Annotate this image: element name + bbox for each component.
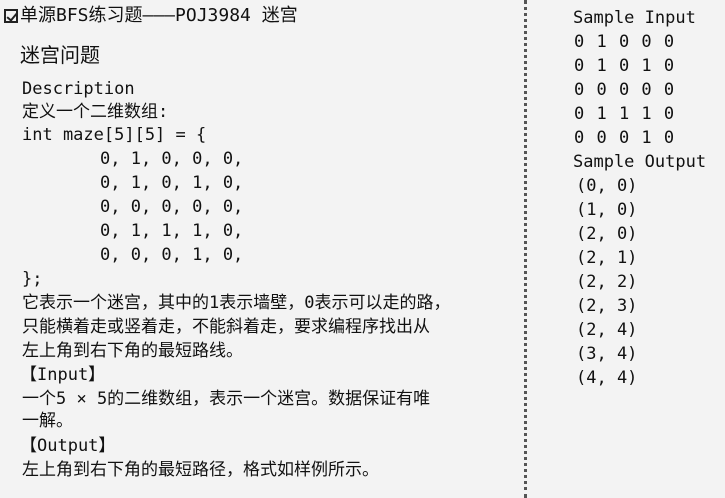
sample-input-label: Sample Input [573, 8, 696, 28]
input-text-line: 一个5 × 5的二维数组，表示一个迷宫。数据保证有唯 [22, 389, 431, 409]
description-intro: 定义一个二维数组: [22, 102, 169, 122]
sample-output-row: (2, 2) [576, 272, 638, 292]
sample-input-row: 0 0 0 1 0 [574, 128, 676, 148]
maze-row: 0, 1, 0, 1, 0, [100, 173, 244, 193]
description-text-line: 只能横着走或竖着走，不能斜着走，要求编程序找出从 [22, 317, 430, 337]
maze-close: }; [22, 269, 43, 289]
sample-input-row: 0 1 0 1 0 [574, 56, 676, 76]
sample-output-label: Sample Output [573, 152, 707, 172]
input-text-line: 一解。 [22, 411, 73, 431]
output-label: 【Output】 [20, 436, 116, 456]
maze-declaration: int maze[5][5] = { [22, 125, 207, 145]
maze-row: 0, 1, 1, 1, 0, [100, 221, 244, 241]
input-label: 【Input】 [20, 365, 106, 385]
sample-output-row: (2, 1) [576, 248, 638, 268]
problem-heading: 迷宫问题 [20, 43, 100, 67]
sample-input-row: 0 1 1 1 0 [574, 104, 676, 124]
description-text-line: 左上角到右下角的最短路线。 [22, 341, 243, 361]
maze-row: 0, 1, 0, 0, 0, [100, 149, 244, 169]
checkbox-icon [4, 9, 18, 23]
problem-statement-panel: 单源BFS练习题———POJ3984 迷宫 迷宫问题 Description 定… [0, 0, 520, 498]
sample-output-row: (2, 0) [576, 224, 638, 244]
sample-output-row: (0, 0) [576, 176, 638, 196]
sample-output-row: (4, 4) [576, 368, 638, 388]
maze-row: 0, 0, 0, 1, 0, [100, 245, 244, 265]
sample-output-row: (1, 0) [576, 200, 638, 220]
sample-input-row: 0 0 0 0 0 [574, 80, 676, 100]
maze-row: 0, 0, 0, 0, 0, [100, 197, 244, 217]
problem-title: 单源BFS练习题———POJ3984 迷宫 [4, 5, 298, 27]
description-label: Description [22, 79, 135, 99]
sample-output-row: (2, 4) [576, 320, 638, 340]
sample-input-row: 0 1 0 0 0 [574, 32, 676, 52]
dotted-divider [524, 0, 527, 498]
description-text-line: 它表示一个迷宫，其中的1表示墙壁，0表示可以走的路， [22, 293, 451, 313]
sample-output-row: (2, 3) [576, 296, 638, 316]
sample-output-row: (3, 4) [576, 344, 638, 364]
output-text-line: 左上角到右下角的最短路径，格式如样例所示。 [22, 460, 379, 480]
sample-panel: Sample Input 0 1 0 0 0 0 1 0 1 0 0 0 0 0… [540, 0, 725, 498]
